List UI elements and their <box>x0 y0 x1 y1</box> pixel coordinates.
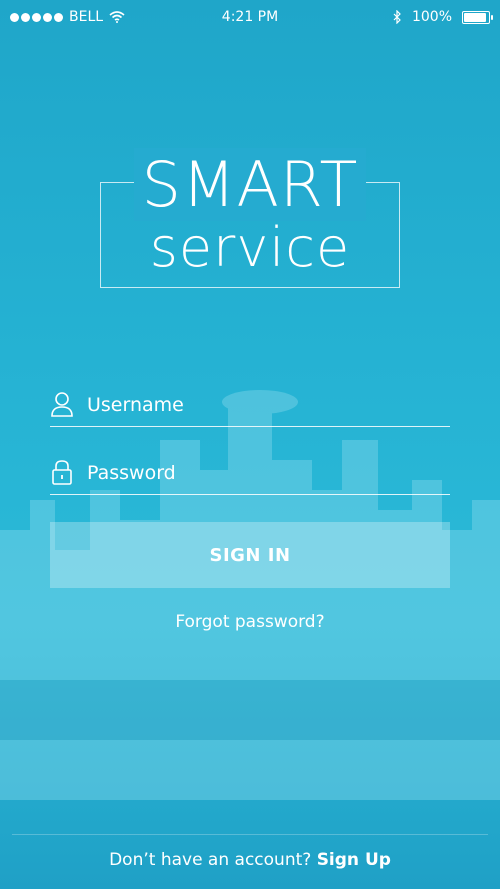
status-right: 100% <box>393 9 493 25</box>
logo-subtitle: service <box>149 216 351 279</box>
battery-percent: 100% <box>411 9 452 25</box>
password-field <box>50 452 450 495</box>
battery-icon <box>462 10 493 24</box>
logo-line1: SMART <box>133 148 367 221</box>
lock-icon <box>52 460 72 485</box>
signup-prompt-row: Don’t have an account? Sign Up <box>0 850 500 870</box>
city-skyline-background <box>0 390 500 800</box>
username-field <box>50 384 450 427</box>
password-input[interactable] <box>85 456 449 490</box>
battery-level <box>464 12 486 22</box>
forgot-password-link[interactable]: Forgot password? <box>0 612 500 632</box>
bluetooth-icon <box>393 10 401 24</box>
logo-title: SMART <box>0 148 500 221</box>
username-input[interactable] <box>85 388 449 422</box>
login-screen: BELL 4:21 PM 100% SMART service Username… <box>0 0 500 889</box>
sign-up-link[interactable]: Sign Up <box>317 850 391 870</box>
footer-divider <box>12 834 488 835</box>
signup-prompt: Don’t have an account? <box>109 850 312 870</box>
user-icon <box>51 392 73 417</box>
status-bar: BELL 4:21 PM 100% <box>0 0 500 36</box>
sign-in-button[interactable]: SIGN IN <box>50 522 450 588</box>
